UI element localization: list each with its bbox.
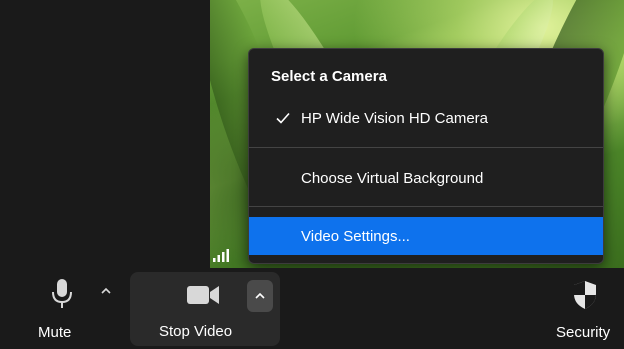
chevron-up-icon[interactable]	[100, 286, 112, 296]
shield-icon	[574, 281, 596, 309]
checkmark-icon	[276, 112, 290, 124]
menu-item-hp-camera[interactable]: HP Wide Vision HD Camera	[249, 99, 603, 137]
menu-divider	[249, 147, 603, 148]
menu-item-label: Choose Virtual Background	[301, 169, 484, 187]
menu-item-video-settings[interactable]: Video Settings...	[249, 217, 603, 255]
menu-item-label: HP Wide Vision HD Camera	[301, 109, 489, 127]
camera-options-menu: Select a Camera HP Wide Vision HD Camera…	[248, 48, 604, 264]
signal-strength-icon	[213, 249, 229, 262]
microphone-icon	[52, 279, 72, 308]
menu-item-virtual-background[interactable]: Choose Virtual Background	[249, 159, 603, 197]
security-label: Security	[556, 324, 611, 341]
mute-label: Mute	[38, 324, 72, 341]
menu-header: Select a Camera	[271, 68, 387, 85]
stop-video-button[interactable]: Stop Video	[130, 272, 280, 346]
video-options-button[interactable]	[247, 280, 273, 312]
chevron-up-icon	[255, 292, 265, 299]
video-camera-icon	[187, 286, 219, 304]
stop-video-label: Stop Video	[159, 323, 233, 340]
meeting-toolbar: Mute Stop Video Security	[0, 268, 624, 349]
mute-button[interactable]: Mute	[24, 268, 124, 349]
security-button[interactable]: Security	[548, 268, 624, 349]
meeting-window: Select a Camera HP Wide Vision HD Camera…	[0, 0, 624, 349]
menu-item-label: Video Settings...	[301, 227, 410, 245]
menu-divider	[249, 206, 603, 207]
